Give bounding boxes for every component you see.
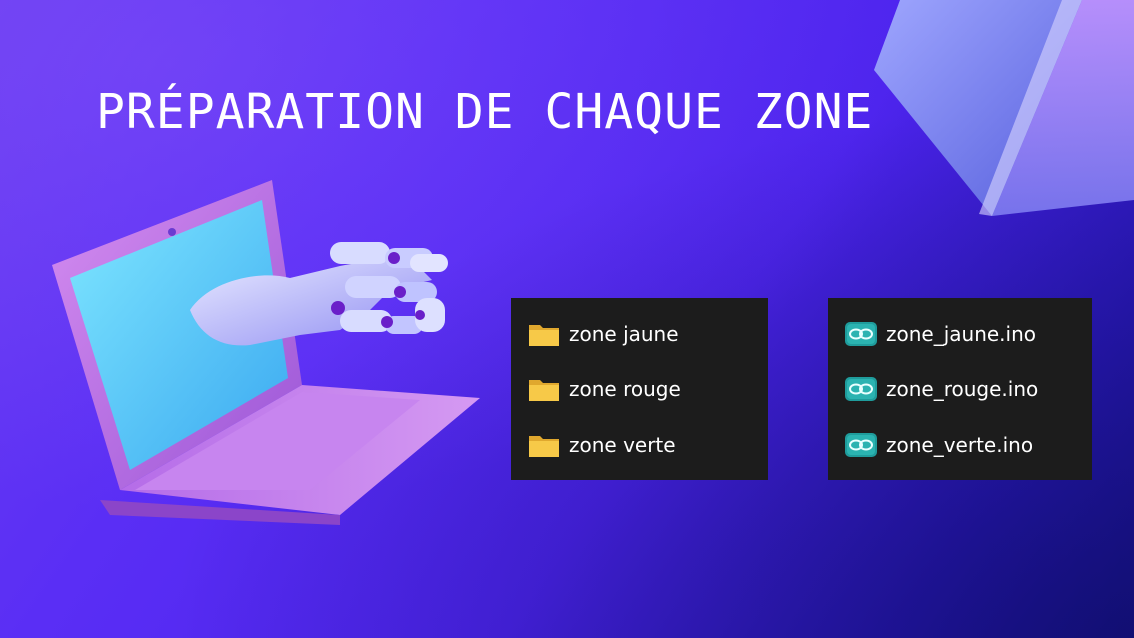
folder-item-zone-verte[interactable]: zone verte — [527, 425, 768, 465]
folder-item-zone-rouge[interactable]: zone rouge — [527, 369, 768, 409]
arduino-file-icon — [845, 321, 877, 346]
folder-label: zone verte — [569, 432, 676, 457]
laptop-robot-hand-illustration — [52, 180, 480, 525]
arduino-file-icon — [845, 432, 877, 457]
file-label: zone_verte.ino — [886, 432, 1034, 457]
folder-label: zone jaune — [569, 321, 679, 346]
file-label: zone_jaune.ino — [886, 321, 1037, 346]
file-item-zone-verte-ino[interactable]: zone_verte.ino — [844, 425, 1092, 465]
folder-icon — [529, 324, 559, 346]
folders-panel: zone jaune zone rouge zone verte — [511, 298, 768, 480]
file-label: zone_rouge.ino — [886, 377, 1039, 401]
arduino-file-icon — [845, 377, 877, 401]
files-panel: zone_jaune.ino zone_rouge.ino zone_verte… — [828, 298, 1092, 480]
folder-label: zone rouge — [569, 377, 681, 401]
cube-decoration — [874, 0, 1134, 216]
slide-title: PRÉPARATION DE CHAQUE ZONE — [96, 84, 874, 140]
folder-icon — [529, 380, 559, 401]
file-item-zone-rouge-ino[interactable]: zone_rouge.ino — [844, 369, 1092, 409]
folder-item-zone-jaune[interactable]: zone jaune — [527, 314, 768, 354]
folder-icon — [529, 435, 559, 457]
slide: PRÉPARATION DE CHAQUE ZONE zone jaune zo… — [0, 0, 1134, 638]
file-item-zone-jaune-ino[interactable]: zone_jaune.ino — [844, 314, 1092, 354]
